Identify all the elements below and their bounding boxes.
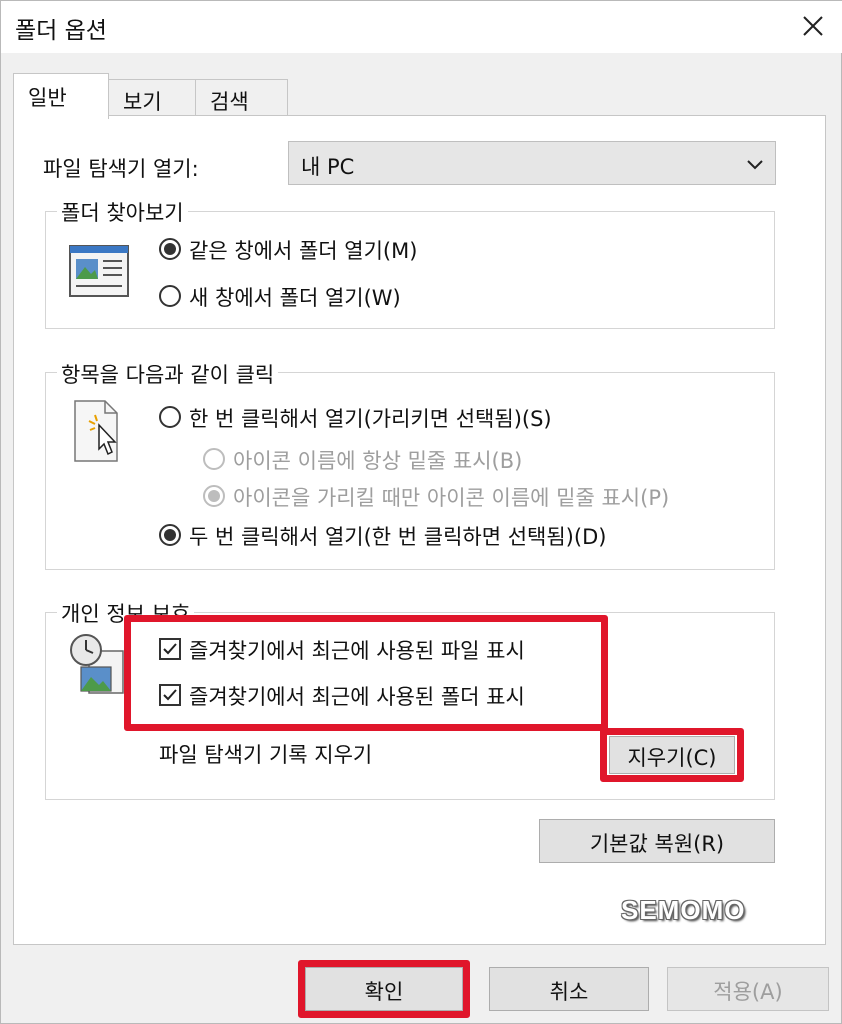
cancel-button[interactable]: 취소 [489, 967, 649, 1011]
tab-view[interactable]: 보기 [108, 79, 196, 117]
single-click-label: 한 번 클릭해서 열기(가리키면 선택됨)(S) [189, 407, 552, 431]
click-items-title: 항목을 다음과 같이 클릭 [57, 359, 279, 389]
tab-search[interactable]: 검색 [195, 79, 288, 117]
underline-hover-label: 아이콘을 가리킬 때만 아이콘 이름에 밑줄 표시(P) [233, 486, 670, 510]
chevron-down-icon [747, 160, 763, 170]
same-window-label: 같은 창에서 폴더 열기(M) [189, 239, 418, 263]
restore-defaults-button[interactable]: 기본값 복원(R) [539, 819, 775, 863]
watermark-text: SEMOMO [621, 895, 746, 925]
apply-button[interactable]: 적용(A) [667, 967, 829, 1011]
dialog-title: 폴더 옵션 [15, 18, 107, 44]
restore-defaults-label: 기본값 복원(R) [589, 832, 725, 856]
close-icon [803, 16, 823, 36]
ok-button[interactable]: 확인 [305, 967, 463, 1011]
tab-search-label: 검색 [210, 90, 249, 114]
checkmark-icon [163, 689, 177, 701]
checkbox-recent-files[interactable] [159, 638, 181, 660]
folder-options-dialog: 폴더 옵션 일반 보기 검색 파일 탐색기 열기: 내 PC 폴더 찾아보기 같… [0, 0, 842, 1024]
cancel-button-label: 취소 [549, 980, 589, 1004]
open-explorer-dropdown[interactable]: 내 PC [288, 141, 776, 185]
clear-history-label: 파일 탐색기 기록 지우기 [159, 743, 373, 767]
same-window-icon [69, 245, 129, 297]
radio-single-click[interactable] [159, 406, 181, 428]
checkmark-icon [163, 643, 177, 655]
privacy-title: 개인 정보 보호 [57, 598, 195, 628]
apply-button-label: 적용(A) [713, 980, 783, 1004]
double-click-label: 두 번 클릭해서 열기(한 번 클릭하면 선택됨)(D) [189, 525, 607, 549]
clear-history-button[interactable]: 지우기(C) [609, 736, 735, 774]
tab-view-label: 보기 [123, 90, 162, 114]
recent-files-label: 즐겨찾기에서 최근에 사용된 파일 표시 [189, 639, 525, 663]
clock-document-icon [70, 634, 124, 694]
open-explorer-value: 내 PC [301, 155, 355, 179]
clear-history-button-label: 지우기(C) [627, 746, 717, 770]
radio-underline-always[interactable] [203, 448, 225, 470]
close-button[interactable] [797, 9, 829, 43]
radio-underline-hover[interactable] [203, 485, 225, 507]
tab-general-label: 일반 [28, 86, 67, 110]
open-explorer-label: 파일 탐색기 열기: [43, 157, 199, 181]
tab-general[interactable]: 일반 [13, 73, 109, 119]
radio-same-window[interactable] [159, 238, 181, 260]
title-bar: 폴더 옵션 [1, 1, 842, 53]
radio-double-click[interactable] [159, 524, 181, 546]
underline-always-label: 아이콘 이름에 항상 밑줄 표시(B) [233, 449, 523, 473]
browse-folders-title: 폴더 찾아보기 [57, 197, 188, 227]
ok-button-label: 확인 [364, 980, 404, 1004]
frequent-folders-label: 즐겨찾기에서 최근에 사용된 폴더 표시 [189, 685, 525, 709]
checkbox-frequent-folders[interactable] [159, 684, 181, 706]
browse-folders-group [45, 211, 775, 329]
pointer-click-icon [74, 400, 118, 462]
radio-new-window[interactable] [159, 285, 181, 307]
new-window-label: 새 창에서 폴더 열기(W) [189, 286, 401, 310]
